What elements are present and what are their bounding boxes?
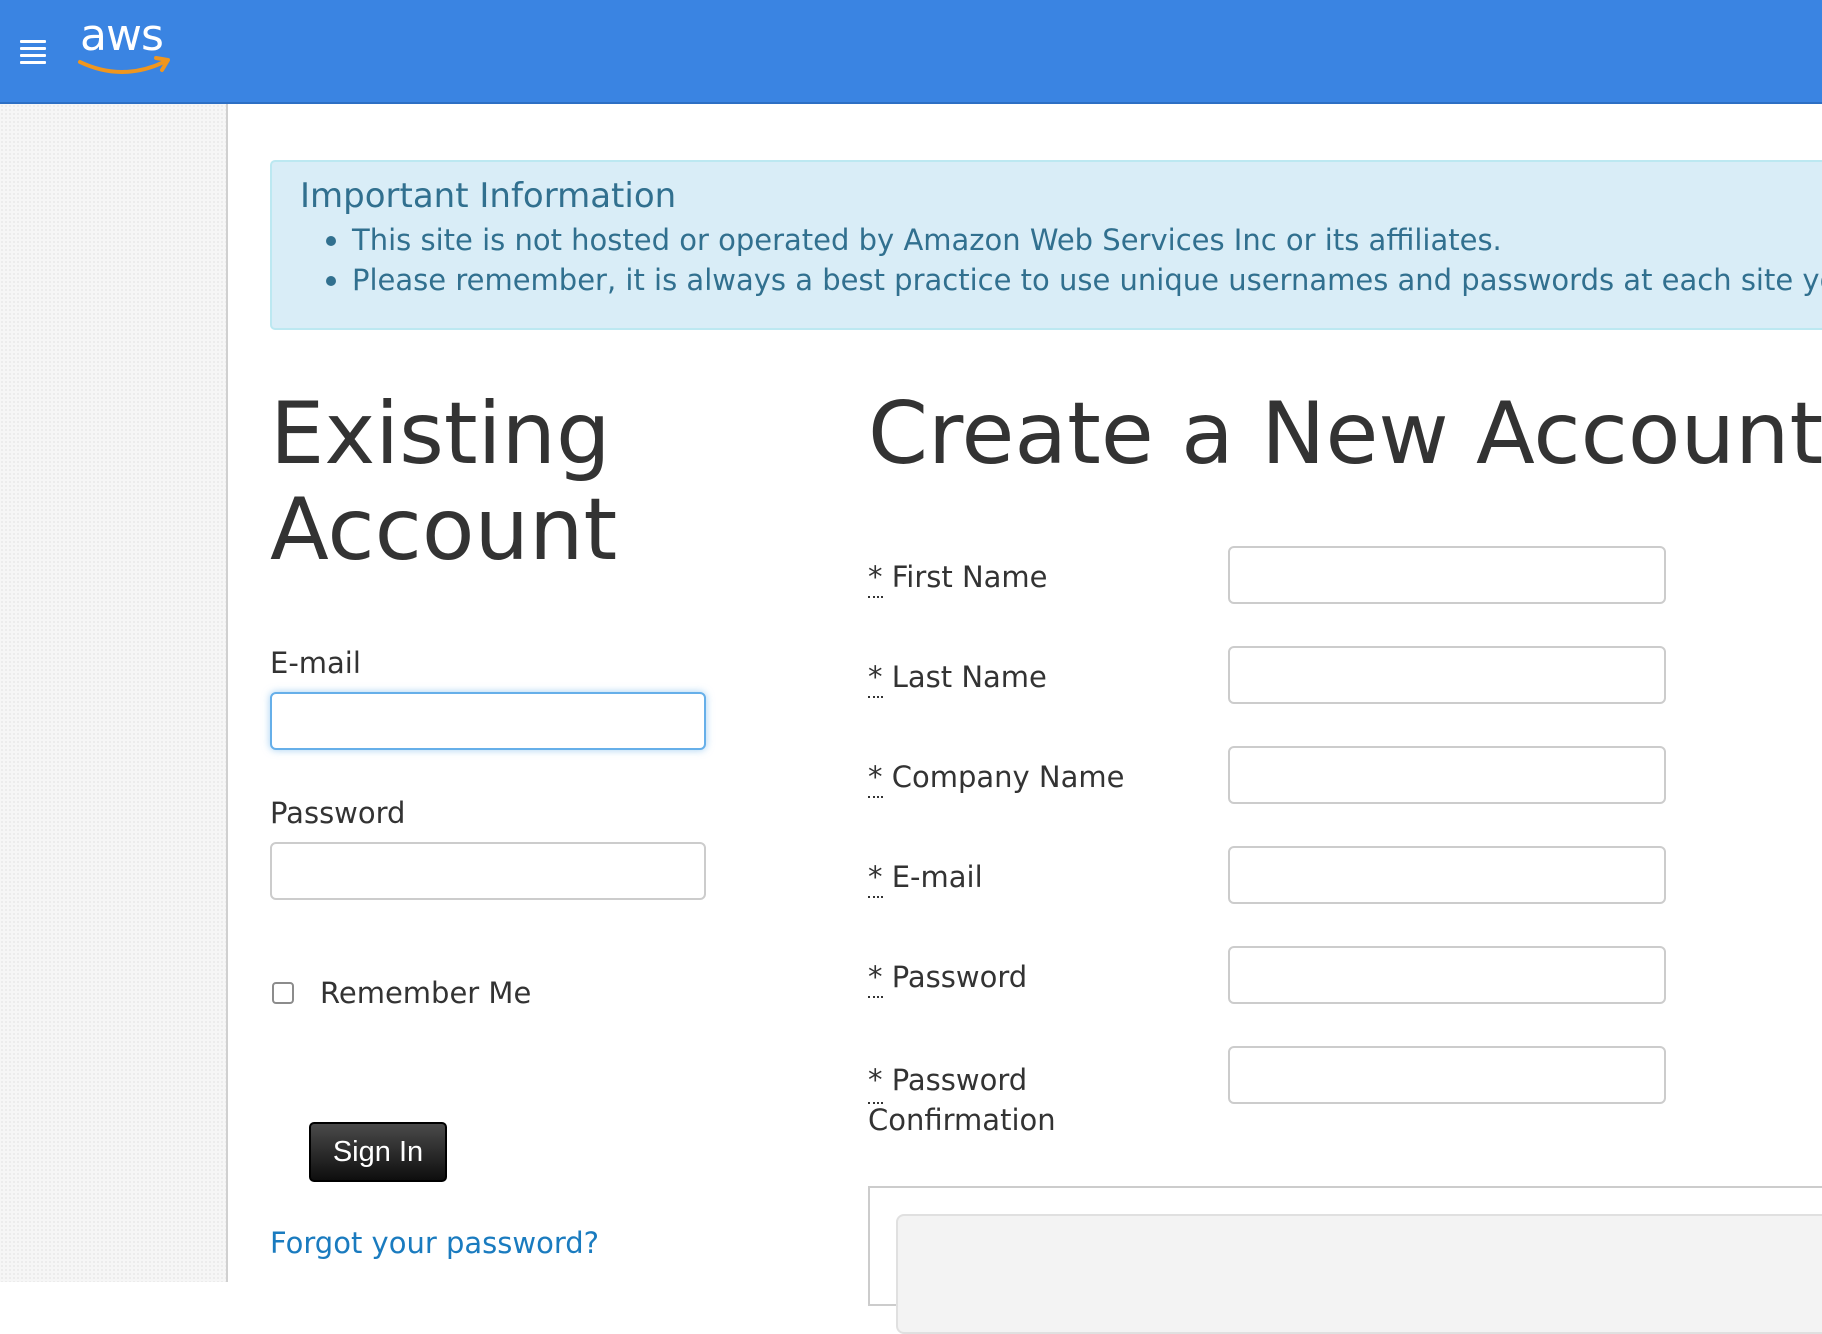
last-name-label: * Last Name: [868, 660, 1047, 698]
required-marker: *: [868, 960, 883, 998]
forgot-password-link[interactable]: Forgot your password?: [270, 1226, 599, 1260]
required-marker: *: [868, 860, 883, 898]
new-password-input[interactable]: [1228, 946, 1666, 1004]
first-name-label: * First Name: [868, 560, 1048, 598]
field-label-text: Confirmation: [868, 1103, 1056, 1137]
alert-title: Important Information: [300, 176, 677, 216]
captcha-panel: [868, 1186, 1822, 1334]
menu-line: [20, 61, 46, 64]
remember-me-checkbox[interactable]: [272, 982, 294, 1004]
heading-line: Existing: [270, 384, 611, 484]
new-password-label: * Password: [868, 960, 1028, 998]
password-confirmation-input[interactable]: [1228, 1046, 1666, 1104]
field-label-text: Password: [891, 1063, 1028, 1097]
email-label: E-mail: [270, 646, 361, 680]
hamburger-menu-icon[interactable]: [20, 40, 46, 64]
alert-item: This site is not hosted or operated by A…: [326, 220, 1822, 260]
left-sidebar: [0, 104, 228, 1282]
password-input[interactable]: [270, 842, 706, 900]
existing-account-heading: Existing Account: [270, 386, 830, 578]
company-name-input[interactable]: [1228, 746, 1666, 804]
menu-line: [20, 47, 46, 50]
required-marker: *: [868, 1060, 883, 1104]
alert-item: Please remember, it is always a best pra…: [326, 260, 1822, 300]
required-marker: *: [868, 560, 883, 598]
top-navigation-bar: aws: [0, 0, 1822, 104]
menu-line: [20, 40, 46, 43]
menu-line: [20, 54, 46, 57]
new-email-label: * E-mail: [868, 860, 983, 898]
field-label-text: First Name: [891, 560, 1048, 594]
password-confirmation-label: * Password Confirmation: [868, 1060, 1056, 1140]
email-input[interactable]: [270, 692, 706, 750]
last-name-input[interactable]: [1228, 646, 1666, 704]
field-label-text: Last Name: [891, 660, 1047, 694]
field-label-text: Company Name: [891, 760, 1125, 794]
aws-smile-icon: [78, 56, 170, 74]
important-information-alert: Important Information This site is not h…: [270, 160, 1822, 330]
alert-list: This site is not hosted or operated by A…: [326, 220, 1822, 300]
captcha-widget[interactable]: [896, 1214, 1822, 1334]
create-account-heading: Create a New Account: [868, 384, 1822, 484]
password-label: Password: [270, 796, 406, 830]
heading-line: Account: [270, 480, 618, 580]
sign-in-button[interactable]: Sign In: [309, 1122, 447, 1182]
required-marker: *: [868, 660, 883, 698]
field-label-text: Password: [891, 960, 1028, 994]
new-email-input[interactable]: [1228, 846, 1666, 904]
remember-me-label[interactable]: Remember Me: [320, 976, 531, 1010]
aws-logo[interactable]: aws: [76, 8, 176, 80]
first-name-input[interactable]: [1228, 546, 1666, 604]
field-label-text: E-mail: [891, 860, 983, 894]
company-name-label: * Company Name: [868, 760, 1125, 798]
required-marker: *: [868, 760, 883, 798]
